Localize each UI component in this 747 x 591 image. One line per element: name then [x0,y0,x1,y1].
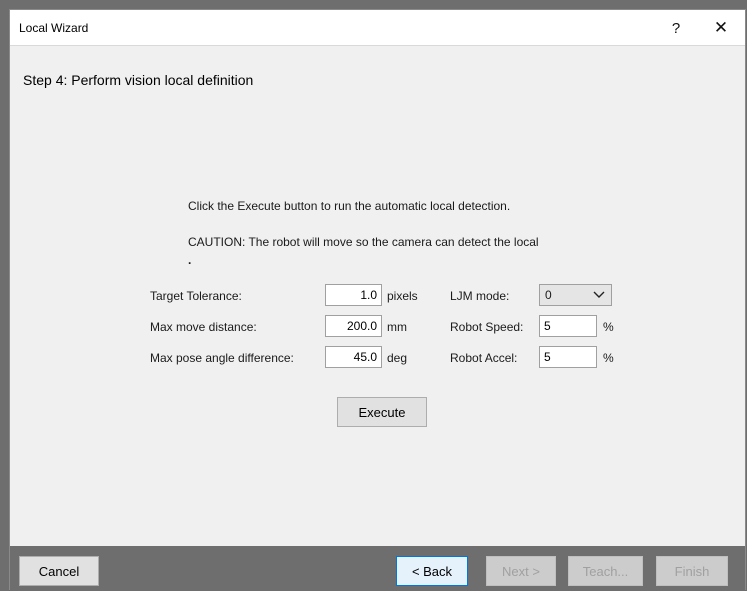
execute-button[interactable]: Execute [337,397,427,427]
robot-accel-unit: % [603,351,614,365]
wizard-content: Step 4: Perform vision local definition … [10,46,745,546]
ljm-mode-dropdown[interactable]: 0 [539,284,612,306]
step-title: Step 4: Perform vision local definition [23,72,254,88]
max-pose-angle-unit: deg [387,351,408,365]
max-pose-angle-label: Max pose angle difference: [150,351,294,365]
caution-text-continuation: . [188,253,192,267]
teach-button[interactable]: Teach... [568,556,643,586]
ljm-mode-value: 0 [545,288,552,302]
max-pose-angle-input[interactable] [325,346,382,368]
robot-accel-label: Robot Accel: [450,351,518,365]
next-button[interactable]: Next > [486,556,556,586]
max-move-distance-label: Max move distance: [150,320,257,334]
cancel-button[interactable]: Cancel [19,556,99,586]
local-wizard-window: Local Wizard ? ✕ Step 4: Perform vision … [9,9,746,591]
button-bar: Cancel < Back Next > Teach... Finish [10,546,745,591]
robot-speed-unit: % [603,320,614,334]
title-bar: Local Wizard ? ✕ [10,10,745,46]
robot-speed-input[interactable] [539,315,597,337]
close-icon[interactable]: ✕ [707,17,735,39]
caution-text: CAUTION: The robot will move so the came… [188,235,539,249]
chevron-down-icon [593,291,605,298]
max-move-distance-unit: mm [387,320,407,334]
window-title: Local Wizard [19,21,89,35]
instruction-text: Click the Execute button to run the auto… [188,199,511,213]
help-icon[interactable]: ? [662,17,690,39]
ljm-mode-label: LJM mode: [450,289,510,303]
max-move-distance-input[interactable] [325,315,382,337]
target-tolerance-unit: pixels [387,289,418,303]
robot-accel-input[interactable] [539,346,597,368]
back-button[interactable]: < Back [396,556,468,586]
robot-speed-label: Robot Speed: [450,320,524,334]
target-tolerance-input[interactable] [325,284,382,306]
finish-button[interactable]: Finish [656,556,728,586]
target-tolerance-label: Target Tolerance: [150,289,242,303]
